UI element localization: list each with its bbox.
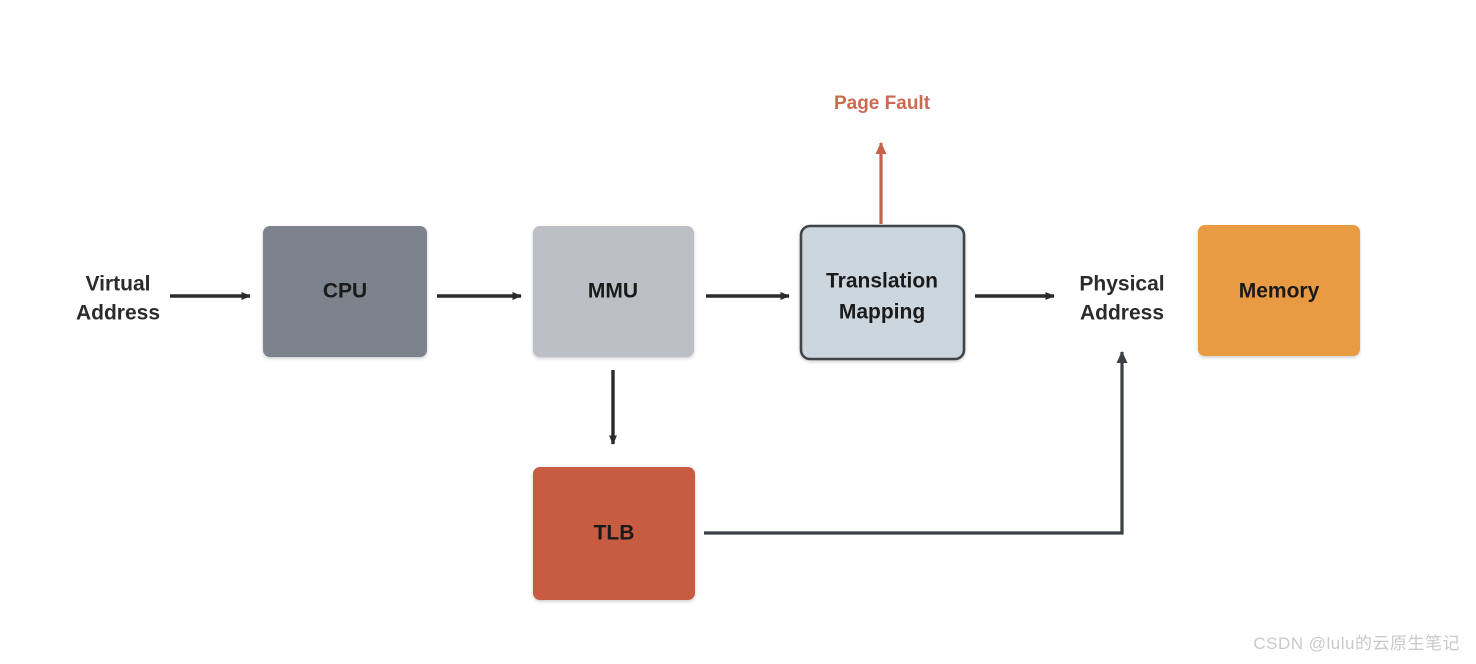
node-translation-mapping[interactable]: Translation Mapping: [799, 224, 966, 361]
label-physical-address: Physical Address: [1079, 273, 1164, 325]
diagram-canvas: CPU MMU Translation Mapping Memory TLB V…: [0, 0, 1476, 664]
address-translation-diagram: CPU MMU Translation Mapping Memory TLB V…: [76, 93, 1360, 600]
label-page-fault: Page Fault: [834, 93, 931, 114]
label-virtual-address: Virtual Address: [76, 273, 160, 325]
label-virtual-address-line2: Address: [76, 302, 160, 325]
node-mmu[interactable]: MMU: [533, 226, 694, 357]
node-translation-mapping-label-line2: Mapping: [839, 301, 925, 324]
label-virtual-address-line1: Virtual: [86, 273, 151, 296]
node-translation-mapping-label-line1: Translation: [826, 270, 938, 293]
arrow-tlb-to-physical-address: [704, 351, 1128, 535]
node-cpu-label: CPU: [323, 280, 367, 303]
node-tlb[interactable]: TLB: [533, 467, 695, 600]
label-physical-address-line2: Address: [1080, 302, 1164, 325]
node-cpu[interactable]: CPU: [263, 226, 427, 357]
node-mmu-label: MMU: [588, 280, 638, 303]
node-memory-label: Memory: [1239, 280, 1320, 303]
label-physical-address-line1: Physical: [1079, 273, 1164, 296]
node-tlb-label: TLB: [594, 522, 635, 545]
watermark: CSDN @lulu的云原生笔记: [1253, 634, 1460, 653]
node-memory[interactable]: Memory: [1198, 225, 1360, 356]
